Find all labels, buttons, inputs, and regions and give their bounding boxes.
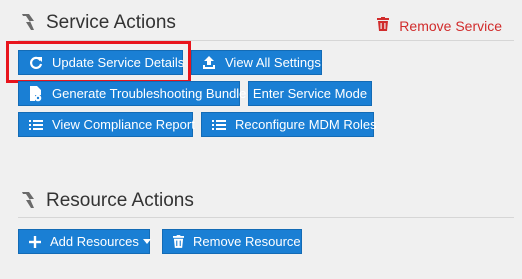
view-compliance-report-label: View Compliance Report — [52, 117, 195, 132]
view-all-settings-button[interactable]: View All Settings — [191, 50, 322, 75]
remove-resource-label: Remove Resource — [193, 234, 301, 249]
generate-troubleshooting-bundle-label: Generate Troubleshooting Bundle — [52, 86, 247, 101]
upload-icon — [202, 55, 216, 71]
remove-service-label: Remove Service — [399, 17, 502, 34]
enter-service-mode-button[interactable]: Enter Service Mode — [248, 81, 372, 106]
add-resources-label: Add Resources — [50, 234, 139, 249]
trash-icon — [377, 17, 390, 34]
reconfigure-mdm-roles-button[interactable]: Reconfigure MDM Roles — [201, 112, 377, 137]
remove-resource-button[interactable]: Remove Resource — [162, 229, 302, 254]
service-actions-header: Service Actions — [18, 8, 176, 38]
add-resources-button[interactable]: Add Resources — [18, 229, 151, 254]
resource-actions-title: Resource Actions — [46, 190, 194, 211]
refresh-icon — [29, 55, 43, 71]
remove-service-link[interactable]: Remove Service — [377, 17, 502, 34]
resource-actions-header: Resource Actions — [18, 186, 194, 216]
service-actions-title: Service Actions — [46, 12, 176, 33]
resource-actions-divider — [18, 217, 514, 218]
update-service-details-label: Update Service Details — [52, 55, 185, 70]
enter-service-mode-label: Enter Service Mode — [252, 86, 368, 101]
generate-troubleshooting-bundle-button[interactable]: Generate Troubleshooting Bundle — [18, 81, 246, 106]
list-icon — [212, 117, 226, 133]
reconfigure-mdm-roles-label: Reconfigure MDM Roles — [235, 117, 377, 132]
view-all-settings-label: View All Settings — [225, 55, 321, 70]
bolt-logo-icon — [18, 13, 38, 33]
bolt-logo-icon — [18, 191, 38, 211]
update-service-details-button[interactable]: Update Service Details — [18, 50, 185, 75]
view-compliance-report-button[interactable]: View Compliance Report — [18, 112, 195, 137]
trash-icon — [173, 234, 184, 250]
file-gear-icon — [29, 85, 43, 102]
caret-down-icon — [142, 239, 151, 244]
list-icon — [29, 117, 43, 133]
plus-icon — [29, 234, 41, 250]
